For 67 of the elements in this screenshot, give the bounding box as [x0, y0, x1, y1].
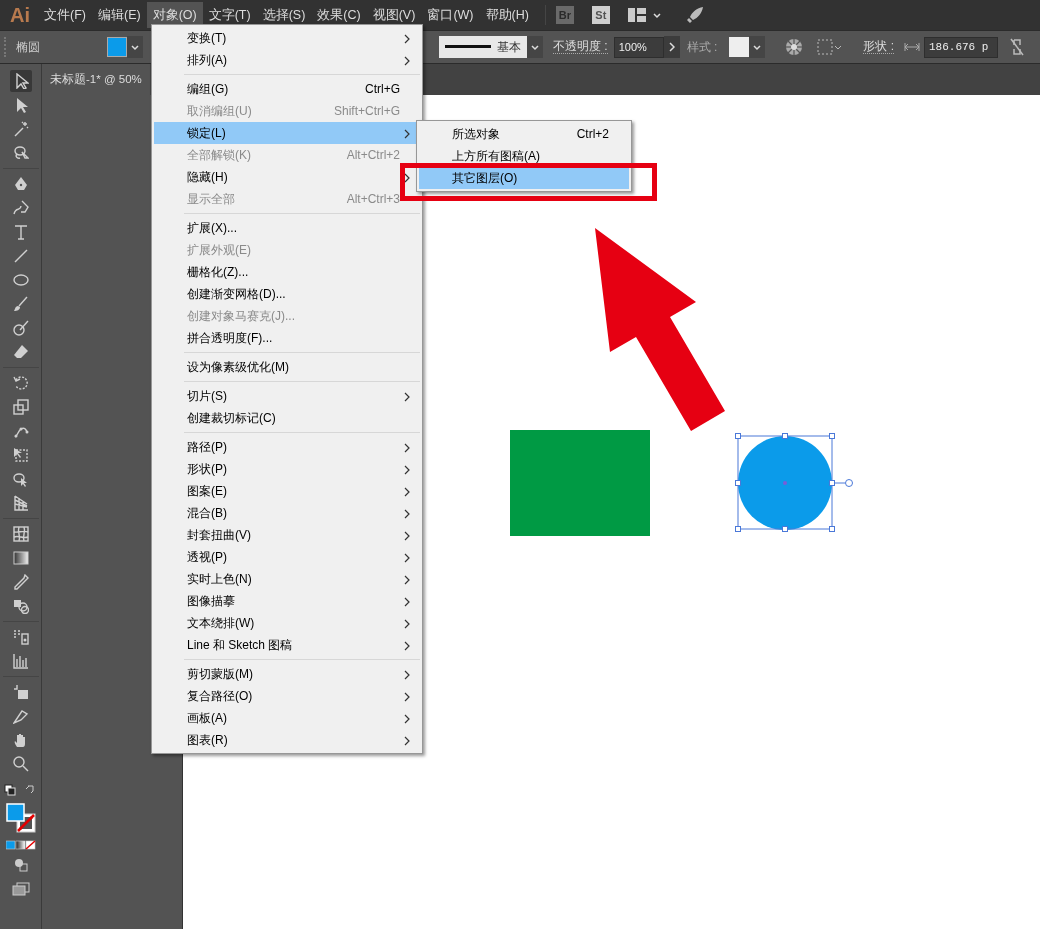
document-tab[interactable]: 未标题-1* @ 50%: [42, 64, 150, 95]
graphic-style-swatch[interactable]: [729, 37, 750, 57]
stroke-profile-chevron[interactable]: [527, 36, 543, 58]
draw-mode-icon[interactable]: [13, 858, 28, 872]
menu-item[interactable]: 透视(P): [154, 546, 420, 568]
menu-item[interactable]: 变换(T): [154, 27, 420, 49]
stroke-profile-label: 基本: [497, 39, 521, 56]
color-mode-icon[interactable]: [5, 840, 36, 850]
fill-color-swatch[interactable]: [107, 37, 127, 57]
fill-stroke-swatches-icon[interactable]: [4, 802, 37, 834]
menu-item[interactable]: 图案(E): [154, 480, 420, 502]
chevron-down-icon: [752, 43, 763, 51]
menu-item[interactable]: 创建渐变网格(D)...: [154, 283, 420, 305]
menu-item[interactable]: 选择(S): [256, 1, 312, 29]
workspace-layout-icon[interactable]: [627, 8, 646, 22]
menu-item[interactable]: 窗口(W): [421, 1, 480, 29]
menu-item[interactable]: 形状(P): [154, 458, 420, 480]
width-icon: [904, 42, 920, 52]
unlink-icon[interactable]: [1010, 38, 1024, 56]
app-button[interactable]: St: [591, 6, 610, 24]
shape-label: 形状 :: [863, 40, 894, 54]
menu-item[interactable]: 编辑(E): [91, 1, 147, 29]
stroke-line-icon: [445, 45, 491, 49]
chevron-down-icon: [530, 43, 540, 51]
chevron-right-icon: [668, 42, 675, 52]
fill-dropdown[interactable]: [127, 36, 143, 58]
recolor-wheel-icon[interactable]: [785, 38, 804, 56]
menu-item[interactable]: 上方所有图稿(A): [419, 145, 629, 167]
menu-item[interactable]: 切片(S): [154, 385, 420, 407]
screen-mode-icon[interactable]: [11, 882, 30, 896]
menu-item[interactable]: 复合路径(O): [154, 685, 420, 707]
menu-item[interactable]: 画板(A): [154, 707, 420, 729]
menu-item[interactable]: 实时上色(N): [154, 568, 420, 590]
opacity-field[interactable]: 100%: [613, 36, 664, 58]
style-label: 样式 :: [686, 39, 718, 56]
menu-item[interactable]: 文件(F): [38, 1, 92, 29]
chevron-down-icon[interactable]: [651, 11, 662, 19]
menu-item[interactable]: 拼合透明度(F)...: [154, 327, 420, 349]
menu-item[interactable]: 路径(P): [154, 436, 420, 458]
menu-item[interactable]: 排列(A): [154, 49, 420, 71]
menu-item[interactable]: 隐藏(H): [154, 166, 420, 188]
menu-item[interactable]: 剪切蒙版(M): [154, 663, 420, 685]
menu-item[interactable]: 帮助(H): [479, 1, 535, 29]
width-field[interactable]: 186.676 p: [924, 36, 998, 58]
menu-item[interactable]: 文字(T): [202, 1, 257, 29]
opacity-label: 不透明度 :: [553, 40, 608, 54]
stroke-profile-dropdown[interactable]: 基本: [439, 36, 527, 58]
menu-item[interactable]: 创建裁切标记(C): [154, 407, 420, 429]
menu-item[interactable]: 视图(V): [366, 1, 422, 29]
app-logo: Ai: [9, 3, 31, 28]
menu-item[interactable]: 图像描摹: [154, 590, 420, 612]
selected-circle-object[interactable]: [735, 433, 853, 532]
menu-item[interactable]: 混合(B): [154, 502, 420, 524]
menu-item[interactable]: 文本绕排(W): [154, 612, 420, 634]
menu-item[interactable]: 编组(G) Ctrl+G: [154, 78, 420, 100]
menu-item[interactable]: 效果(C): [311, 1, 367, 29]
tool-name-label: 椭圆: [16, 39, 40, 56]
chevron-down-icon: [130, 43, 140, 51]
menu-item[interactable]: 设为像素级优化(M): [154, 356, 420, 378]
menu-item[interactable]: 其它图层(O): [419, 167, 629, 189]
menu-item[interactable]: 所选对象 Ctrl+2: [419, 123, 629, 145]
menu-item[interactable]: 栅格化(Z)...: [154, 261, 420, 283]
rocket-icon[interactable]: [685, 6, 704, 24]
menu-item[interactable]: 封套扭曲(V): [154, 524, 420, 546]
menu-item[interactable]: 扩展(X)...: [154, 217, 420, 239]
menu-item[interactable]: Line 和 Sketch 图稿: [154, 634, 420, 656]
menu-item[interactable]: 图表(R): [154, 729, 420, 751]
